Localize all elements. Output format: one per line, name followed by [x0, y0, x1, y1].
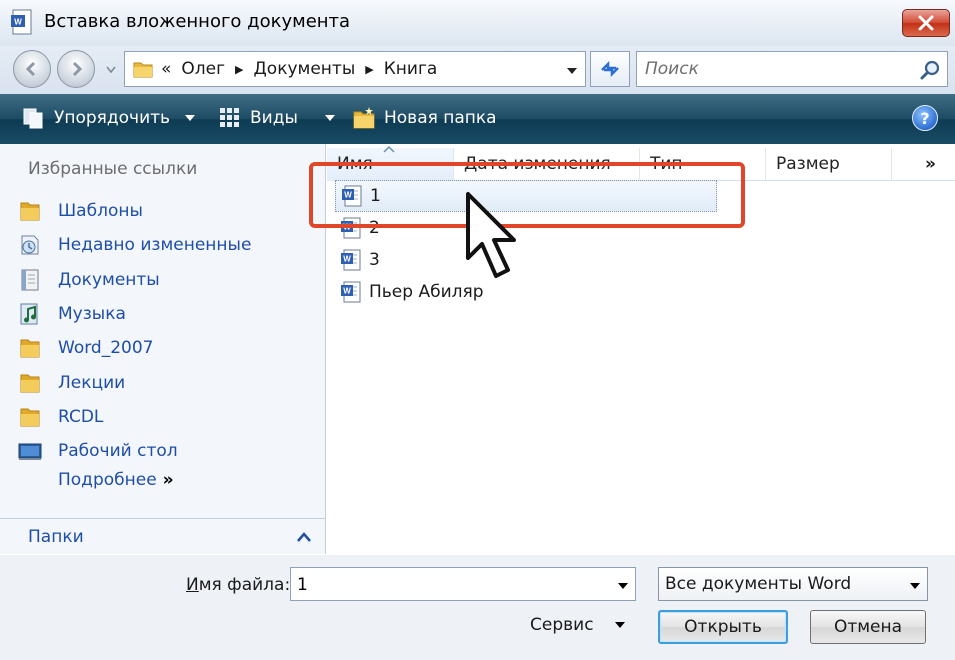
caret-down-icon — [910, 583, 920, 589]
refresh-icon — [601, 60, 619, 78]
views-label: Виды — [250, 108, 298, 128]
folder-icon — [20, 202, 40, 221]
svg-text:W: W — [14, 18, 22, 27]
cancel-button[interactable]: Отмена — [810, 610, 926, 644]
open-button[interactable]: Открыть — [658, 610, 788, 644]
views-icon — [220, 108, 239, 127]
search-icon[interactable] — [919, 59, 941, 81]
word-document-icon: W — [341, 281, 361, 303]
breadcrumb-prefix[interactable]: « — [161, 59, 171, 79]
address-bar: « Олег ▶ Документы ▶ Книга — [0, 46, 955, 94]
sort-ascending-icon — [383, 146, 395, 153]
svg-text:W: W — [343, 287, 351, 296]
title-bar: W Вставка вложенного документа — [0, 0, 955, 46]
sidebar-item-word2007[interactable]: Word_2007 — [18, 331, 251, 365]
address-box[interactable]: « Олег ▶ Документы ▶ Книга — [124, 51, 586, 87]
word-document-icon: W — [341, 249, 361, 271]
filename-combobox[interactable] — [290, 567, 636, 601]
sidebar-item-lectures[interactable]: Лекции — [18, 365, 251, 399]
window-title: Вставка вложенного документа — [44, 11, 351, 32]
sidebar-item-rcdl[interactable]: RCDL — [18, 400, 251, 434]
sidebar-item-templates[interactable]: Шаблоны — [18, 194, 251, 228]
organize-icon — [23, 108, 43, 129]
file-name: Пьер Абиляр — [369, 282, 484, 302]
close-button[interactable] — [902, 9, 950, 37]
address-dropdown-icon[interactable] — [565, 66, 579, 76]
new-folder-label: Новая папка — [384, 108, 497, 128]
breadcrumb-separator-icon[interactable]: ▶ — [235, 63, 243, 76]
caret-down-icon — [614, 622, 625, 628]
command-toolbar: Упорядочить Виды Новая папка ? — [0, 94, 955, 144]
back-button[interactable] — [13, 50, 51, 88]
file-name: 3 — [369, 250, 380, 270]
folder-icon — [20, 374, 40, 393]
music-icon — [20, 303, 38, 325]
more-columns-icon[interactable]: » — [925, 148, 936, 174]
arrow-left-icon — [25, 61, 36, 77]
dialog-footer: Имя файла: Все документы Word Сервис Отк… — [0, 555, 955, 660]
breadcrumb-item-documents[interactable]: Документы — [254, 59, 356, 79]
breadcrumb-item-book[interactable]: Книга — [384, 59, 438, 79]
views-button[interactable]: Виды — [218, 106, 336, 130]
mouse-pointer-icon — [466, 192, 516, 278]
search-box[interactable] — [636, 51, 948, 87]
sidebar-item-recent[interactable]: Недавно измененные — [18, 228, 251, 262]
word-document-icon: W — [11, 9, 32, 35]
caret-down-icon[interactable] — [617, 582, 629, 590]
recent-icon — [21, 235, 39, 255]
tools-button[interactable]: Сервис — [530, 615, 626, 635]
folder-icon — [20, 408, 40, 427]
file-type-value: Все документы Word — [665, 574, 852, 594]
forward-button[interactable] — [57, 50, 95, 88]
help-button[interactable]: ? — [912, 105, 938, 131]
sidebar-item-documents[interactable]: Документы — [18, 263, 251, 297]
caret-down-icon — [185, 115, 196, 121]
sidebar-item-desktop[interactable]: Рабочий стол — [18, 434, 251, 468]
caret-down-icon — [324, 115, 335, 121]
arrow-right-icon — [72, 61, 83, 77]
breadcrumb: « Олег ▶ Документы ▶ Книга — [161, 59, 437, 79]
tools-label: Сервис — [530, 615, 594, 635]
chevron-up-icon — [297, 532, 311, 542]
column-size[interactable]: Размер — [766, 148, 892, 181]
folder-icon — [20, 339, 40, 358]
more-links-button[interactable]: Подробнее » — [58, 470, 174, 490]
organize-label: Упорядочить — [54, 108, 171, 128]
navigation-pane: Избранные ссылки Шаблоны Недавно изменен… — [0, 144, 326, 554]
favorite-links: Шаблоны Недавно измененные Документы Муз… — [18, 194, 251, 468]
filename-label: Имя файла: — [186, 575, 291, 595]
sidebar-item-music[interactable]: Музыка — [18, 297, 251, 331]
more-label: Подробнее — [58, 470, 157, 490]
documents-icon — [21, 269, 39, 291]
desktop-icon — [18, 443, 42, 461]
favorites-heading: Избранные ссылки — [28, 159, 198, 179]
close-icon — [918, 15, 934, 31]
new-folder-icon — [353, 107, 375, 129]
folder-icon — [133, 62, 153, 78]
organize-button[interactable]: Упорядочить — [22, 106, 196, 130]
breadcrumb-item-oleg[interactable]: Олег — [181, 59, 225, 79]
new-folder-button[interactable]: Новая папка — [352, 106, 497, 130]
svg-text:W: W — [343, 255, 351, 264]
folders-toggle[interactable]: Папки — [0, 518, 326, 554]
search-input[interactable] — [645, 58, 905, 80]
file-type-select[interactable]: Все документы Word — [658, 567, 928, 601]
breadcrumb-separator-icon[interactable]: ▶ — [365, 63, 373, 76]
filename-input[interactable] — [297, 574, 597, 596]
history-dropdown-icon[interactable] — [104, 62, 118, 76]
refresh-button[interactable] — [590, 51, 630, 87]
folders-label: Папки — [28, 527, 84, 547]
double-chevron-icon: » — [162, 470, 174, 490]
